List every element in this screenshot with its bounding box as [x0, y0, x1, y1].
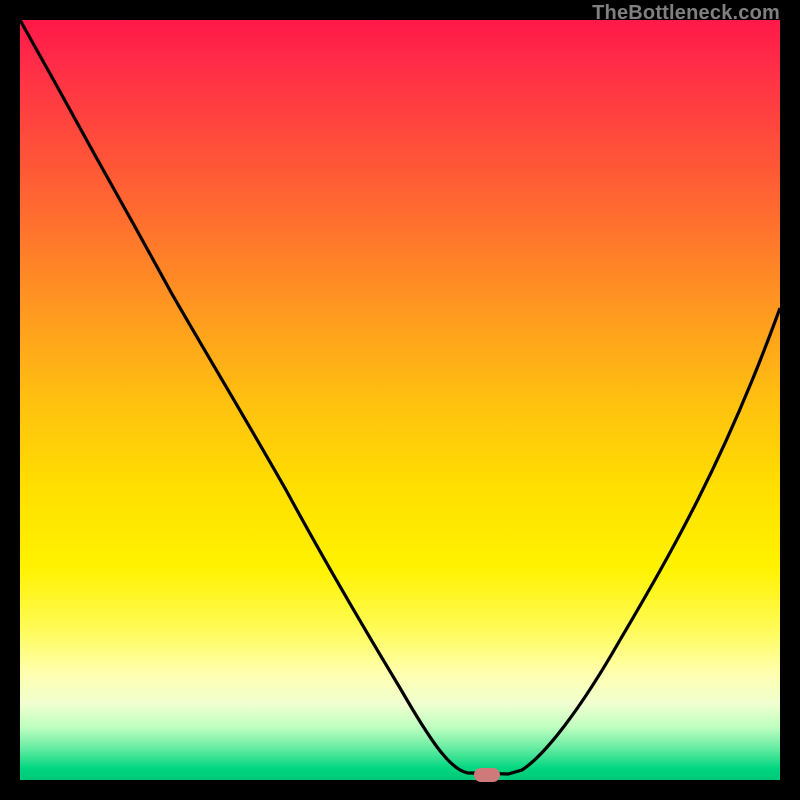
- optimal-point-marker: [474, 768, 500, 782]
- curve-path: [20, 20, 780, 774]
- plot-frame: TheBottleneck.com: [20, 20, 780, 780]
- bottleneck-curve: [20, 20, 780, 780]
- attribution-text: TheBottleneck.com: [592, 2, 780, 25]
